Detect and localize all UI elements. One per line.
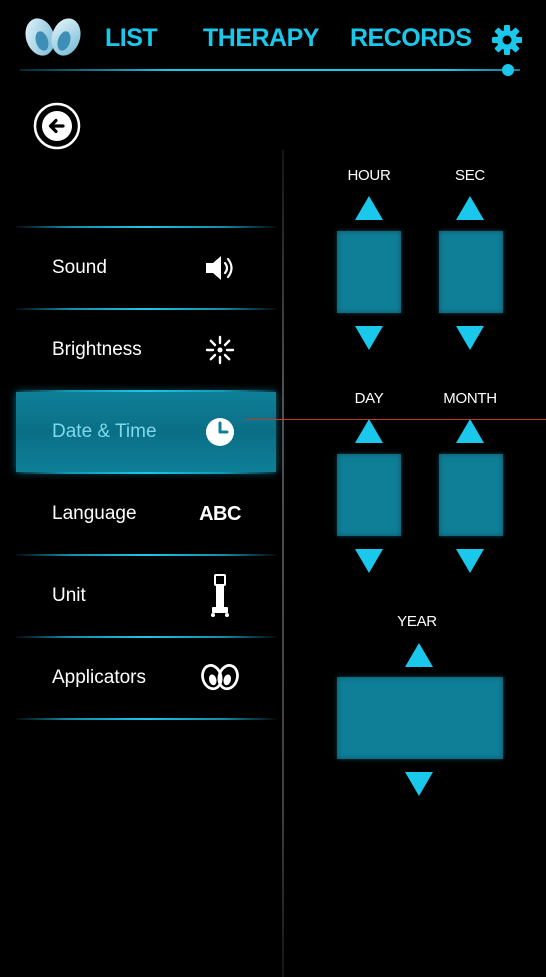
abc-text-icon: ABC [199,494,241,534]
menu-item-unit[interactable]: Unit [16,556,276,636]
menu-item-label: Language [52,503,137,524]
settings-screen: LIST THERAPY RECORDS Sound Brightness Da… [8,0,532,977]
speaker-icon [200,248,240,288]
menu-item-label: Brightness [52,339,142,360]
applicators-logo-icon[interactable] [22,17,84,61]
year-down-arrow-icon[interactable] [405,772,433,796]
hour-value-box[interactable] [337,231,401,313]
indicator-line [246,419,546,420]
month-up-arrow-icon[interactable] [456,419,484,443]
menu-item-brightness[interactable]: Brightness [16,310,276,390]
panel-divider [282,150,284,977]
nav-records-tab[interactable]: RECORDS [350,24,472,53]
day-up-arrow-icon[interactable] [355,419,383,443]
menu-item-language[interactable]: Language ABC [16,474,276,554]
month-down-arrow-icon[interactable] [456,549,484,573]
day-value-box[interactable] [337,454,401,536]
month-value-box[interactable] [439,454,503,536]
hour-label: HOUR [347,167,391,184]
sec-label: SEC [455,167,485,184]
day-label: DAY [354,390,384,407]
menu-item-label: Applicators [52,667,146,688]
nav-therapy-tab[interactable]: THERAPY [203,24,319,53]
brightness-icon [200,330,240,370]
menu-item-label: Sound [52,257,107,278]
menu-divider [16,718,276,720]
menu-item-sound[interactable]: Sound [16,228,276,308]
day-down-arrow-icon[interactable] [355,549,383,573]
nav-underline [20,69,520,71]
hour-up-arrow-icon[interactable] [355,196,383,220]
active-tab-indicator [502,64,514,76]
year-label: YEAR [397,613,437,630]
month-label: MONTH [443,390,497,407]
menu-item-date-time[interactable]: Date & Time [16,392,276,472]
nav-list-tab[interactable]: LIST [105,24,158,53]
language-icon-text: ABC [199,502,241,525]
year-value-box[interactable] [337,677,503,759]
menu-item-label: Unit [52,585,86,606]
unit-device-icon [200,574,240,617]
hour-down-arrow-icon[interactable] [355,326,383,350]
applicators-icon [200,658,240,698]
gear-icon[interactable] [490,23,524,57]
sec-down-arrow-icon[interactable] [456,326,484,350]
back-arrow-icon[interactable] [32,101,82,151]
settings-menu: Sound Brightness Date & Time Language AB… [16,226,276,720]
sec-up-arrow-icon[interactable] [456,196,484,220]
sec-value-box[interactable] [439,231,503,313]
clock-icon [200,412,240,452]
menu-item-applicators[interactable]: Applicators [16,638,276,718]
menu-item-label: Date & Time [52,421,157,442]
year-up-arrow-icon[interactable] [405,643,433,667]
